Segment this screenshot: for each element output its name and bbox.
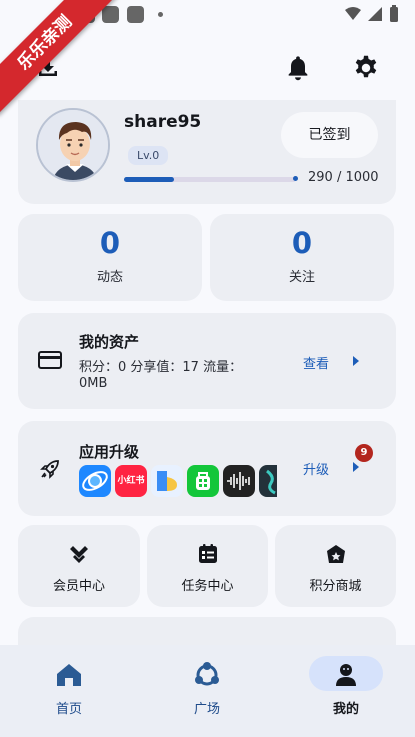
checkin-button[interactable]: 已签到	[281, 112, 378, 158]
nav-square[interactable]: 广场	[138, 645, 276, 737]
battery-icon	[390, 5, 398, 22]
upgrade-count-badge: 9	[355, 444, 373, 462]
nav-label: 我的	[332, 702, 359, 717]
task-list-icon	[198, 544, 217, 563]
store-icon	[326, 545, 345, 563]
exp-text: 290 / 1000	[308, 170, 379, 185]
chevron-right-icon	[353, 356, 359, 366]
stat-label: 动态	[96, 270, 123, 285]
assets-title: 我的资产	[79, 333, 140, 351]
app-icon-strip: 小红书	[79, 465, 277, 497]
nav-label: 广场	[193, 702, 220, 717]
exp-progress-end	[293, 176, 298, 181]
community-icon	[195, 662, 219, 686]
username: share95	[124, 112, 202, 132]
stat-value: 0	[99, 226, 121, 260]
stat-posts[interactable]: 0 动态	[18, 214, 202, 301]
test-ribbon: 乐乐亲测	[0, 0, 130, 130]
stat-following[interactable]: 0 关注	[210, 214, 394, 301]
vip-center-label: 会员中心	[52, 579, 105, 594]
exp-progress-bar	[124, 177, 296, 182]
task-center-button[interactable]: 任务中心	[147, 525, 268, 607]
xiaohongshu-app-icon: 小红书	[115, 465, 147, 497]
stat-value: 0	[291, 226, 313, 260]
green-app-icon	[187, 465, 219, 497]
rocket-icon	[40, 460, 59, 479]
assets-card[interactable]: 我的资产 积分：0 分享值：17 流量： 0MB 查看	[18, 313, 396, 409]
planet-app-icon	[79, 465, 111, 497]
chevron-right-icon	[353, 462, 359, 472]
more-notifications-icon	[158, 12, 163, 17]
upgrade-title: 应用升级	[79, 443, 140, 461]
app-upgrade-card[interactable]: 应用升级 小红书 升级 9	[18, 421, 396, 516]
vip-center-button[interactable]: 会员中心	[18, 525, 140, 607]
dark-app-icon	[259, 465, 277, 497]
bell-icon[interactable]	[284, 54, 312, 82]
nav-mine[interactable]: 我的	[277, 645, 415, 737]
points-store-label: 积分商城	[309, 579, 362, 594]
ribbon-text: 乐乐亲测	[0, 0, 118, 116]
nav-home[interactable]: 首页	[0, 645, 138, 737]
points-store-button[interactable]: 积分商城	[275, 525, 396, 607]
home-icon	[57, 664, 81, 686]
chevron-badge-icon	[70, 546, 88, 563]
assets-detail: 积分：0 分享值：17 流量：	[79, 360, 243, 375]
view-assets-link[interactable]: 查看	[303, 353, 329, 372]
exp-progress-fill	[124, 177, 174, 182]
user-icon	[336, 664, 356, 686]
nav-label: 首页	[55, 702, 82, 717]
voice-app-icon	[223, 465, 255, 497]
signal-icon	[368, 7, 382, 21]
task-center-label: 任务中心	[181, 579, 234, 594]
upgrade-link[interactable]: 升级	[303, 459, 329, 478]
gear-icon[interactable]	[352, 54, 380, 82]
card-icon	[38, 351, 62, 369]
wifi-icon	[345, 7, 361, 20]
bottom-navigation: 首页 广场 我的	[0, 645, 415, 737]
assets-traffic-value: 0MB	[79, 376, 108, 391]
blue-app-icon	[151, 465, 183, 497]
level-badge: Lv.0	[128, 146, 169, 165]
stat-label: 关注	[288, 270, 315, 285]
